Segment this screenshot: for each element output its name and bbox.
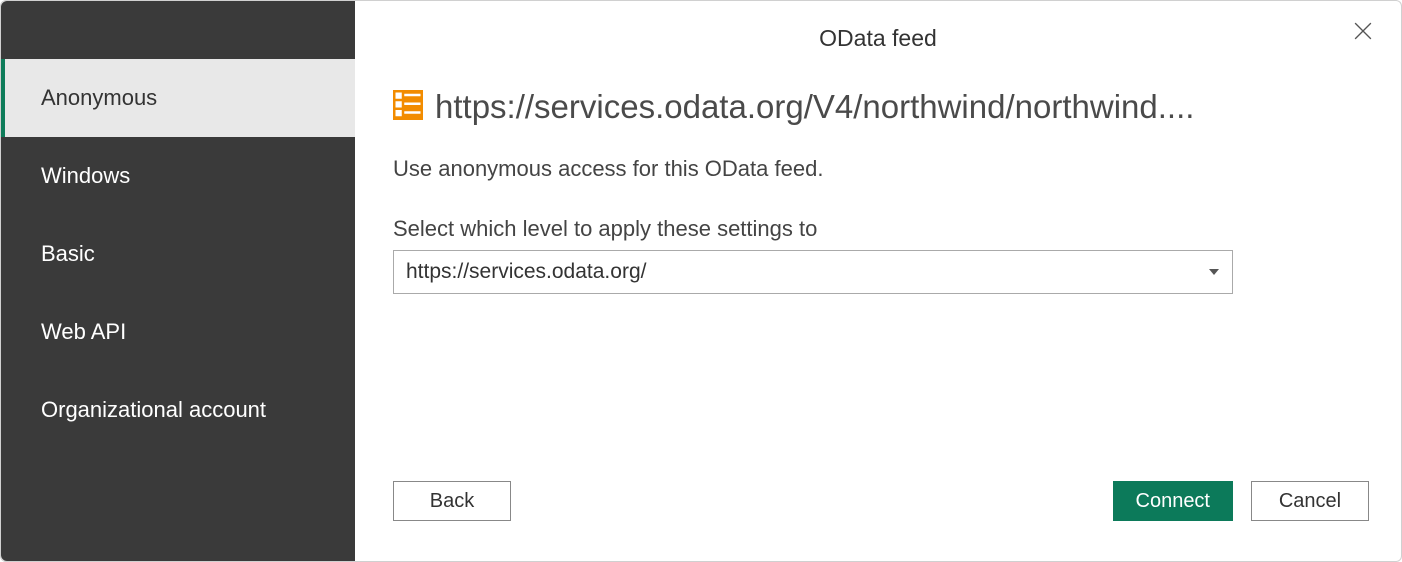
sidebar-item-windows[interactable]: Windows <box>1 137 355 215</box>
dialog-title: OData feed <box>387 25 1369 52</box>
dialog-footer: Back Connect Cancel <box>387 481 1369 521</box>
close-button[interactable] <box>1351 21 1375 45</box>
url-heading: https://services.odata.org/V4/northwind/… <box>387 88 1369 126</box>
close-icon <box>1354 22 1372 45</box>
auth-sidebar: Anonymous Windows Basic Web API Organiza… <box>1 1 355 561</box>
feed-url: https://services.odata.org/V4/northwind/… <box>435 88 1194 126</box>
sidebar-item-label: Basic <box>41 241 95 266</box>
level-label: Select which level to apply these settin… <box>387 216 1369 242</box>
odata-feed-dialog: Anonymous Windows Basic Web API Organiza… <box>0 0 1402 562</box>
odata-table-icon <box>393 90 423 125</box>
sidebar-item-organizational-account[interactable]: Organizational account <box>1 371 355 449</box>
level-select[interactable]: https://services.odata.org/ <box>393 250 1233 294</box>
back-button[interactable]: Back <box>393 481 511 521</box>
sidebar-item-label: Web API <box>41 319 126 344</box>
sidebar-item-basic[interactable]: Basic <box>1 215 355 293</box>
sidebar-item-web-api[interactable]: Web API <box>1 293 355 371</box>
cancel-button[interactable]: Cancel <box>1251 481 1369 521</box>
chevron-down-icon <box>1208 260 1220 284</box>
sidebar-item-anonymous[interactable]: Anonymous <box>1 59 355 137</box>
main-panel: OData feed htt <box>355 1 1401 561</box>
level-select-value: https://services.odata.org/ <box>406 260 646 284</box>
sidebar-item-label: Organizational account <box>41 397 266 422</box>
auth-description: Use anonymous access for this OData feed… <box>387 156 1369 182</box>
sidebar-item-label: Anonymous <box>41 85 157 110</box>
connect-button[interactable]: Connect <box>1113 481 1234 521</box>
sidebar-item-label: Windows <box>41 163 130 188</box>
